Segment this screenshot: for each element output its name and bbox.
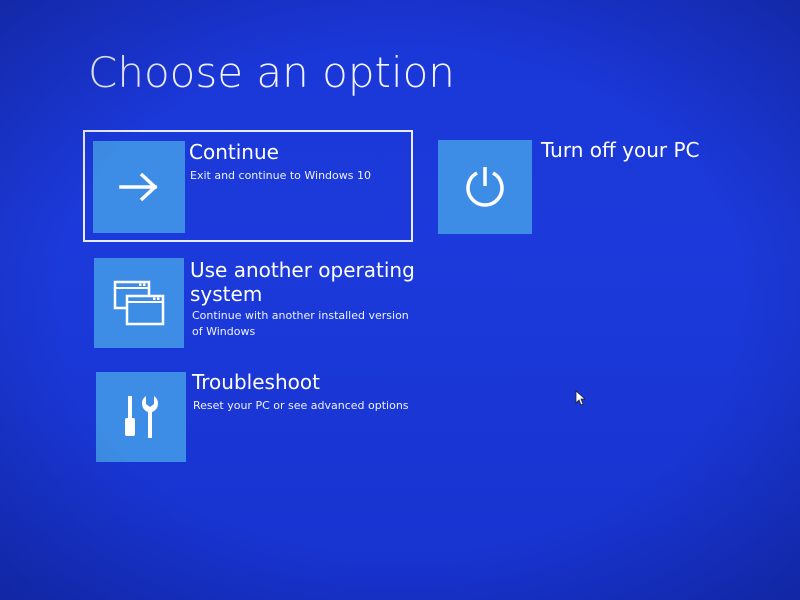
other-os-option[interactable]: Use another operating system Continue wi… — [94, 256, 424, 352]
other-os-label: Use another operating system — [190, 258, 415, 306]
continue-tile[interactable] — [93, 141, 185, 233]
other-os-tile[interactable] — [94, 258, 184, 348]
mouse-cursor-icon — [575, 390, 585, 406]
recovery-screen: Choose an option Continue Exit and conti… — [0, 0, 800, 600]
continue-label: Continue — [189, 140, 279, 164]
continue-description: Exit and continue to Windows 10 — [190, 169, 371, 182]
turn-off-label: Turn off your PC — [541, 138, 700, 162]
page-title: Choose an option — [88, 48, 455, 97]
turn-off-tile[interactable] — [438, 140, 532, 234]
troubleshoot-tile[interactable] — [96, 372, 186, 462]
troubleshoot-description: Reset your PC or see advanced options — [193, 399, 409, 412]
turn-off-option[interactable]: Turn off your PC — [438, 138, 738, 238]
power-icon — [466, 167, 504, 207]
troubleshoot-label: Troubleshoot — [192, 370, 320, 394]
continue-option[interactable]: Continue Exit and continue to Windows 10 — [83, 130, 413, 242]
other-os-description: Continue with another installed version … — [192, 309, 409, 338]
troubleshoot-option[interactable]: Troubleshoot Reset your PC or see advanc… — [96, 370, 426, 466]
arrow-right-icon — [119, 172, 158, 202]
windows-stack-icon — [113, 280, 165, 326]
tools-icon — [125, 396, 159, 438]
